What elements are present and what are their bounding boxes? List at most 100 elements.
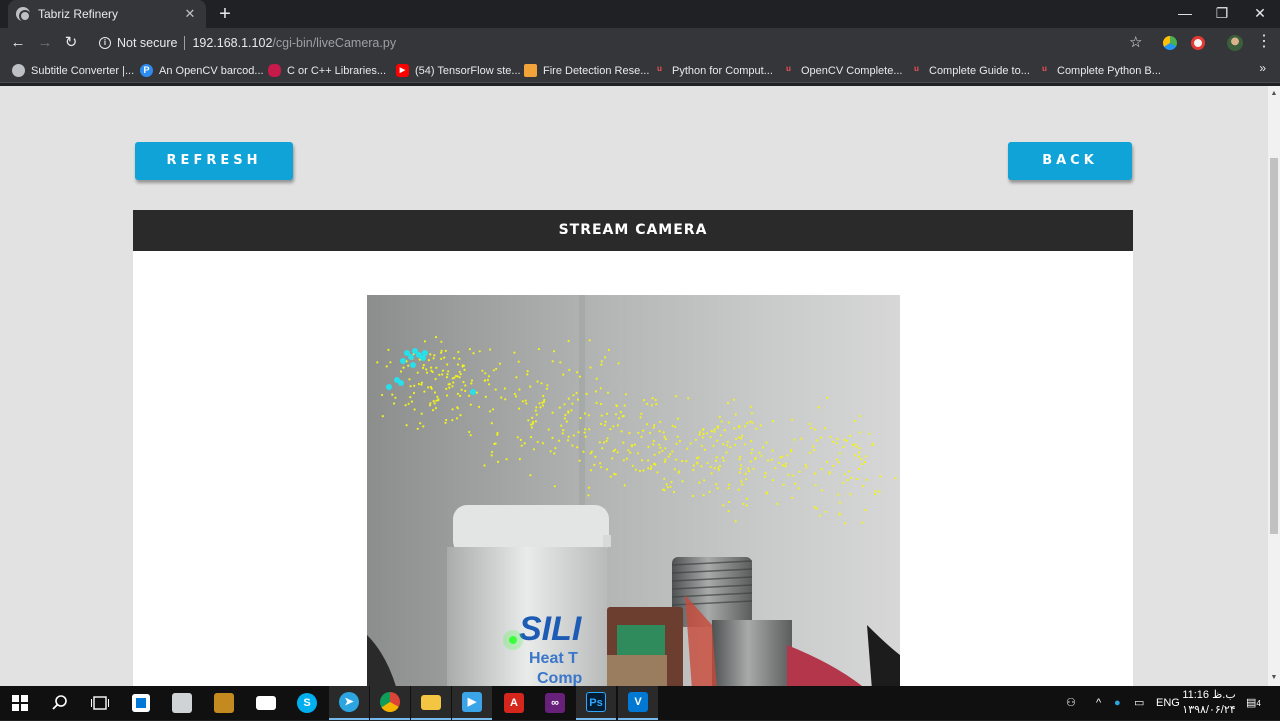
- maximize-button[interactable]: ❐: [1203, 0, 1241, 28]
- media-app-icon[interactable]: [204, 686, 244, 720]
- new-tab-button[interactable]: +: [214, 3, 236, 25]
- bookmark-item[interactable]: ᵘ Python for Comput...: [653, 62, 773, 79]
- tray-expand-icon[interactable]: ^: [1096, 686, 1101, 720]
- feature-point: [513, 351, 516, 354]
- feature-point: [651, 397, 654, 400]
- feature-point: [458, 370, 461, 373]
- file-icon[interactable]: [162, 686, 202, 720]
- feature-point: [725, 451, 728, 454]
- feature-point: [526, 370, 529, 373]
- feature-point: [535, 406, 538, 409]
- reload-button[interactable]: ↻: [61, 33, 81, 53]
- system-clock[interactable]: 11:16 ب.ظ ۱۳۹۸/۰۶/۲۴: [1180, 688, 1238, 718]
- detection-point: [386, 384, 392, 390]
- scroll-down-icon[interactable]: ▼: [1268, 672, 1280, 684]
- feature-point: [727, 510, 730, 513]
- profile-avatar[interactable]: [1227, 35, 1243, 51]
- browser-tab[interactable]: Tabriz Refinery ✕: [8, 0, 206, 28]
- feature-point: [413, 408, 416, 411]
- feature-point: [520, 444, 523, 447]
- feature-point: [662, 431, 665, 434]
- feature-point: [633, 443, 636, 446]
- tray-telegram-icon[interactable]: ●: [1114, 686, 1121, 720]
- feature-point: [744, 443, 747, 446]
- notification-icon[interactable]: ▤4: [1246, 686, 1261, 720]
- mail-icon[interactable]: [246, 686, 286, 720]
- bookmark-label: (54) TensorFlow ste...: [415, 64, 521, 77]
- bookmark-item[interactable]: ▶ (54) TensorFlow ste...: [396, 62, 521, 79]
- store-icon[interactable]: [121, 686, 161, 720]
- minimize-button[interactable]: —: [1166, 0, 1204, 28]
- feature-point: [578, 459, 581, 462]
- feature-point: [623, 484, 626, 487]
- feature-point: [559, 361, 562, 364]
- battery-icon[interactable]: ▭: [1134, 686, 1144, 720]
- start-icon[interactable]: [0, 686, 40, 720]
- skype-icon[interactable]: S: [287, 686, 327, 720]
- bookmark-item[interactable]: ᵘ OpenCV Complete...: [782, 62, 902, 79]
- feature-point: [412, 391, 416, 395]
- close-window-button[interactable]: ✕: [1241, 0, 1279, 28]
- extension-record-icon[interactable]: [1191, 36, 1205, 50]
- feature-point: [576, 446, 579, 449]
- people-icon[interactable]: ⚇: [1066, 686, 1076, 720]
- bookmark-item[interactable]: ᵘ Complete Python B...: [1038, 62, 1161, 79]
- svg-text:Comp: Comp: [537, 670, 583, 686]
- feature-point: [642, 399, 646, 402]
- language-indicator[interactable]: ENG: [1156, 686, 1180, 720]
- bookmarks-overflow-button[interactable]: »: [1259, 61, 1266, 75]
- feature-point: [702, 494, 705, 497]
- feature-point: [451, 419, 454, 422]
- feature-point: [758, 451, 761, 454]
- feature-point: [863, 461, 867, 464]
- bookmark-item[interactable]: P An OpenCV barcod...: [140, 62, 264, 79]
- acrobat-icon[interactable]: A: [494, 686, 534, 720]
- feature-point: [741, 434, 744, 437]
- vs-code-icon[interactable]: V: [618, 686, 658, 720]
- bookmark-item[interactable]: C or C++ Libraries...: [268, 62, 386, 79]
- feature-point: [646, 402, 649, 406]
- scroll-thumb[interactable]: [1270, 158, 1278, 534]
- info-icon[interactable]: i: [99, 37, 111, 49]
- scroll-up-icon[interactable]: ▲: [1268, 88, 1280, 100]
- feature-point: [497, 460, 500, 463]
- search-icon[interactable]: [40, 686, 80, 720]
- bookmark-item[interactable]: Subtitle Converter |...: [12, 62, 134, 79]
- feature-point: [458, 357, 461, 360]
- back-button[interactable]: BACK: [1008, 142, 1132, 180]
- feature-point: [835, 458, 838, 461]
- bookmark-item[interactable]: ᵘ Complete Guide to...: [910, 62, 1030, 79]
- bookmark-star-icon[interactable]: ☆: [1129, 33, 1142, 51]
- page-scrollbar[interactable]: ▲ ▼: [1268, 86, 1280, 686]
- feature-point: [422, 366, 425, 369]
- chrome-icon[interactable]: [370, 686, 410, 720]
- feature-point: [504, 398, 507, 401]
- feature-point: [720, 420, 723, 423]
- visual-studio-icon[interactable]: ∞: [535, 686, 575, 720]
- feature-point: [481, 369, 484, 372]
- feature-point: [611, 457, 614, 460]
- telegram-icon[interactable]: ➤: [329, 686, 369, 720]
- explorer-icon[interactable]: [411, 686, 451, 720]
- feature-point: [432, 409, 435, 412]
- feature-point: [427, 359, 430, 362]
- extension-icon[interactable]: [1163, 36, 1177, 50]
- feature-point: [433, 402, 436, 405]
- refresh-button[interactable]: REFRESH: [135, 142, 293, 180]
- tab-close-button[interactable]: ✕: [182, 6, 198, 22]
- feature-point: [468, 348, 471, 351]
- browser-menu-button[interactable]: ⋮: [1256, 32, 1272, 52]
- feature-point: [454, 374, 458, 378]
- forward-nav-button[interactable]: →: [35, 33, 55, 53]
- address-bar[interactable]: i Not secure 192.168.1.102/cgi-bin/liveC…: [92, 31, 1152, 55]
- feature-point: [634, 468, 637, 471]
- bookmark-item[interactable]: Fire Detection Rese...: [524, 62, 649, 79]
- task-view-icon[interactable]: [80, 686, 120, 720]
- feature-point: [410, 400, 413, 403]
- back-nav-button[interactable]: ←: [8, 33, 28, 53]
- media-icon[interactable]: ▶: [452, 686, 492, 720]
- bookmark-label: Python for Comput...: [672, 64, 773, 77]
- photoshop-icon[interactable]: Ps: [576, 686, 616, 720]
- feature-point: [576, 398, 580, 401]
- feature-point: [515, 395, 518, 398]
